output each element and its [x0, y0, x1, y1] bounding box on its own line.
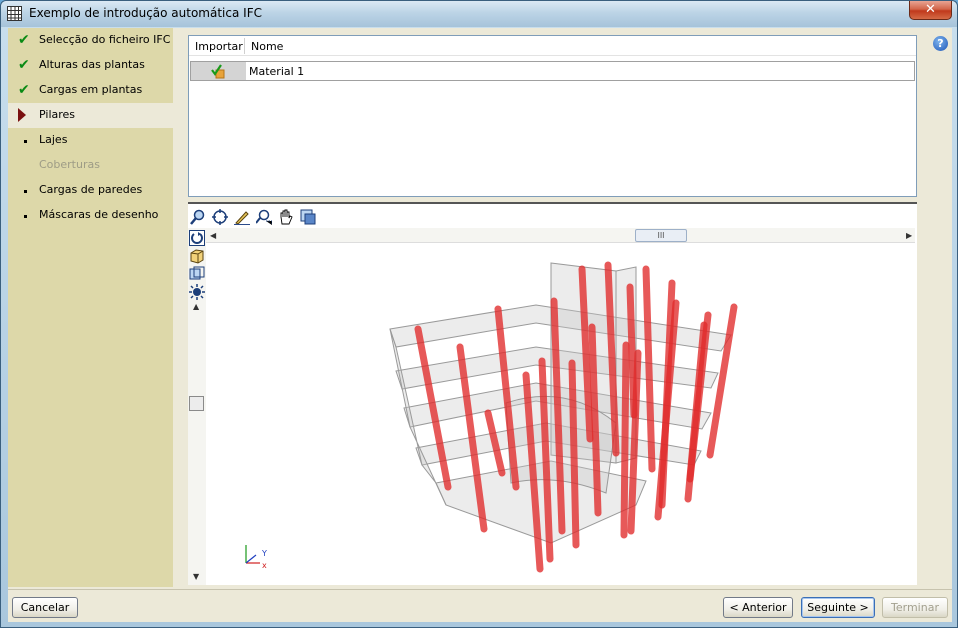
step-label: Máscaras de desenho	[39, 208, 159, 221]
close-button[interactable]: ✕	[909, 1, 952, 20]
next-button[interactable]: Seguinte >	[801, 597, 875, 618]
bullet-icon	[24, 140, 27, 143]
help-icon[interactable]: ?	[933, 36, 948, 51]
import-cell[interactable]	[191, 62, 246, 80]
column-header-importar[interactable]: Importar	[195, 40, 243, 53]
cube-icon[interactable]	[189, 248, 205, 264]
step-mascaras-desenho[interactable]: Máscaras de desenho	[8, 203, 173, 228]
step-label: Coberturas	[39, 158, 100, 171]
wizard-steps: ✔ Selecção do ficheiro IFC ✔ Alturas das…	[8, 28, 173, 587]
current-step-arrow-icon	[18, 108, 32, 122]
step-lajes[interactable]: Lajes	[8, 128, 173, 153]
step-cargas-plantas[interactable]: ✔ Cargas em plantas	[8, 78, 173, 103]
lighting-icon[interactable]	[189, 284, 205, 300]
step-selecao-ficheiro[interactable]: ✔ Selecção do ficheiro IFC	[8, 28, 173, 53]
views-icon[interactable]	[300, 209, 316, 225]
horizontal-scrollbar[interactable]: ◀ III ▶	[206, 228, 915, 243]
column-header-nome[interactable]: Nome	[251, 40, 283, 53]
axis-y-label: Y	[261, 549, 267, 558]
step-pilares[interactable]: Pilares	[8, 103, 173, 128]
column-pillar[interactable]	[642, 265, 656, 473]
zoom-extents-icon[interactable]	[212, 209, 228, 225]
viewer-side-toolbar: ▲ ▼	[188, 228, 206, 585]
step-cargas-paredes[interactable]: Cargas de paredes	[8, 178, 173, 203]
materials-table: Importar Nome Material 1	[188, 35, 917, 197]
wizard-footer: Cancelar < Anterior Seguinte > Terminar	[8, 589, 952, 622]
zoom-window-icon[interactable]	[256, 209, 272, 225]
pan-hand-icon[interactable]	[278, 209, 294, 225]
rotate-icon[interactable]	[189, 230, 205, 246]
check-material-icon[interactable]	[210, 64, 226, 79]
column-pillar[interactable]	[568, 359, 580, 549]
scroll-right-icon[interactable]: ▶	[906, 231, 912, 240]
model-canvas[interactable]: Y x	[206, 243, 917, 585]
app-grid-icon	[7, 6, 22, 21]
check-icon: ✔	[18, 57, 30, 73]
finish-button: Terminar	[882, 597, 948, 618]
bullet-icon	[24, 190, 27, 193]
building-model[interactable]: Y x	[206, 243, 917, 585]
pencil-icon[interactable]	[234, 209, 250, 225]
window-title: Exemplo de introdução automática IFC	[29, 6, 262, 20]
dialog-window: Exemplo de introdução automática IFC ✕ ✔…	[0, 0, 958, 628]
perspective-icon[interactable]	[189, 266, 205, 282]
zoom-rotate-icon[interactable]	[190, 209, 206, 225]
viewer-toolbar	[188, 206, 917, 228]
scroll-up-icon[interactable]: ▲	[193, 302, 199, 311]
vertical-scroll-thumb[interactable]	[189, 396, 204, 411]
axis-indicator: Y x	[245, 545, 267, 570]
step-label: Pilares	[39, 108, 76, 121]
column-pillar[interactable]	[620, 341, 630, 539]
step-label: Cargas em plantas	[39, 83, 143, 96]
scroll-left-icon[interactable]: ◀	[210, 231, 216, 240]
material-name: Material 1	[249, 65, 305, 78]
horizontal-scroll-thumb[interactable]: III	[635, 229, 687, 242]
step-label: Alturas das plantas	[39, 58, 145, 71]
column-divider	[244, 38, 245, 54]
step-label: Lajes	[39, 133, 68, 146]
table-row[interactable]: Material 1	[190, 61, 915, 81]
cancel-button[interactable]: Cancelar	[12, 597, 78, 618]
scroll-down-icon[interactable]: ▼	[193, 572, 199, 581]
title-bar[interactable]: Exemplo de introdução automática IFC ✕	[1, 1, 957, 27]
check-icon: ✔	[18, 82, 30, 98]
step-alturas-plantas[interactable]: ✔ Alturas das plantas	[8, 53, 173, 78]
previous-button[interactable]: < Anterior	[723, 597, 793, 618]
step-coberturas: Coberturas	[8, 153, 173, 178]
step-label: Cargas de paredes	[39, 183, 143, 196]
bullet-icon	[24, 215, 27, 218]
axis-x-label: x	[262, 561, 267, 570]
table-header: Importar Nome	[189, 36, 916, 56]
dialog-client: ✔ Selecção do ficheiro IFC ✔ Alturas das…	[8, 28, 952, 622]
check-icon: ✔	[18, 32, 30, 48]
step-label: Selecção do ficheiro IFC	[39, 33, 171, 46]
3d-viewer: ◀ III ▶ ▲ ▼ Y x	[188, 202, 917, 585]
